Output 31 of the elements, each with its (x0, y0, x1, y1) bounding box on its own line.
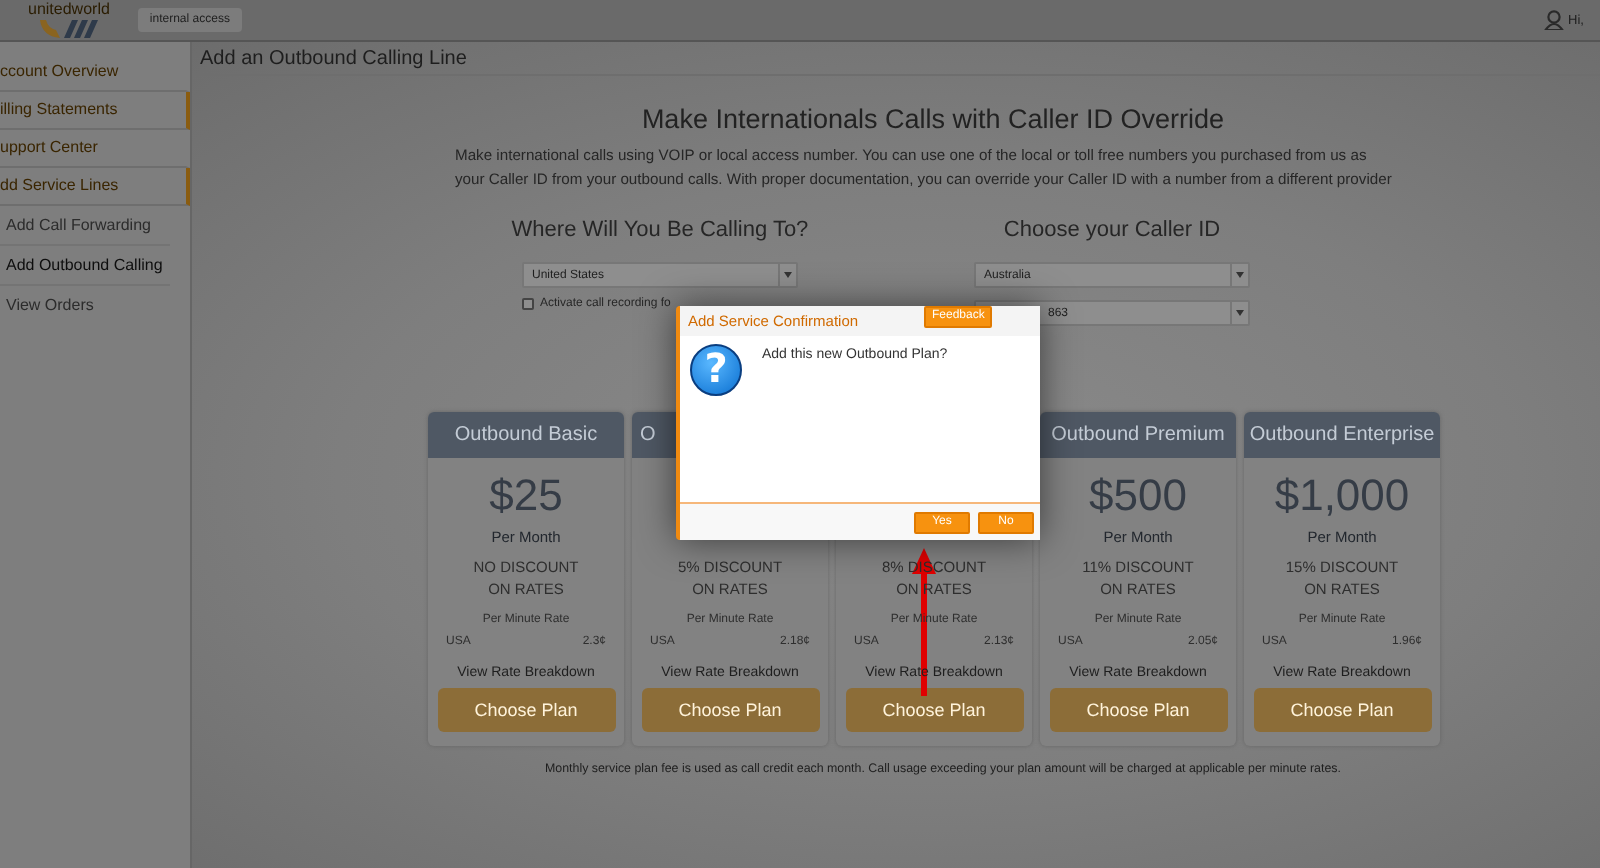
help-icon: ? (690, 344, 742, 396)
caret-icon (1236, 310, 1244, 316)
logo-text: unitedworld (28, 1, 110, 17)
choose-plan-button[interactable]: Choose Plan (437, 688, 615, 732)
column-heading: Choose your Caller ID (1001, 216, 1223, 244)
sidebar-item[interactable]: ccount Overview (0, 54, 190, 92)
section-heading: Make Internationals Calls with Caller ID Override (641, 102, 1225, 136)
checkbox[interactable] (522, 298, 534, 310)
sidebar-item[interactable]: illing Statements (0, 92, 190, 130)
plan-title: O (640, 424, 656, 446)
plan-price: $500 (1089, 468, 1187, 524)
column-heading: Where Will You Be Calling To? (509, 216, 811, 244)
plan-price: $1,000 (1274, 468, 1410, 524)
plan-price: $25 (489, 468, 563, 524)
choose-plan-button[interactable]: Choose Plan (845, 688, 1023, 732)
page-title: Add an Outbound Calling Line (196, 44, 1600, 76)
sidebar-subitem[interactable]: Add Call Forwarding (0, 206, 170, 246)
caret-icon (1236, 272, 1244, 278)
sidebar-subitem[interactable]: View Orders (0, 286, 170, 324)
sidebar-item[interactable]: upport Center (0, 130, 190, 168)
sidebar-subitem[interactable]: Add Outbound Calling (0, 246, 170, 286)
choose-plan-button[interactable]: Choose Plan (1253, 688, 1431, 732)
plan-title: Outbound Enterprise (1249, 424, 1435, 446)
plan-title: Outbound Basic (454, 424, 598, 446)
choose-plan-button[interactable]: Choose Plan (641, 688, 819, 732)
choose-plan-button[interactable]: Choose Plan (1049, 688, 1227, 732)
logo-mark-icon (35, 17, 102, 39)
caret-icon (784, 272, 792, 278)
plan-title: Outbound Premium (1051, 424, 1225, 446)
sidebar-item[interactable]: dd Service Lines (0, 168, 190, 206)
user-icon (1544, 10, 1565, 30)
